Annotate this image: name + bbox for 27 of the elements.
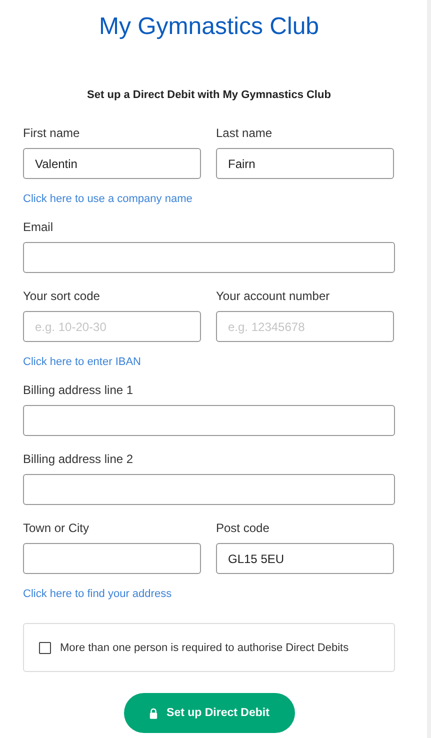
input-field[interactable] (23, 242, 395, 273)
field-label: Town or City (23, 520, 90, 536)
field-label: First name (23, 125, 80, 141)
submit-button[interactable]: Set up Direct Debit (124, 693, 294, 733)
field-label: Your sort code (23, 288, 100, 304)
field-label: Email (23, 219, 54, 235)
field-label: Your account number (216, 288, 330, 304)
link[interactable]: Click here to find your address (23, 588, 172, 600)
link[interactable]: Click here to enter IBAN (23, 356, 141, 368)
checkbox-label: More than one person is required to authorise Direct Debits (60, 642, 349, 654)
lock-icon (148, 708, 158, 718)
input-field[interactable] (23, 543, 201, 574)
field-label: Billing address line 1 (23, 382, 134, 398)
field-label: Billing address line 2 (23, 451, 134, 467)
input-field[interactable]: Valentin (23, 148, 201, 179)
link[interactable]: Click here to use a company name (23, 193, 192, 205)
input-field[interactable]: e.g. 10-20-30 (23, 311, 201, 342)
input-field[interactable] (23, 405, 395, 436)
checkbox[interactable] (39, 642, 51, 654)
field-label: Post code (216, 520, 270, 536)
input-field[interactable]: Fairn (216, 148, 394, 179)
input-field[interactable] (23, 474, 395, 505)
field-label: Last name (216, 125, 272, 141)
input-field[interactable]: GL15 5EU (216, 543, 394, 574)
club-title: My Gymnastics Club (98, 12, 320, 42)
input-field[interactable]: e.g. 12345678 (216, 311, 394, 342)
form-heading: Set up a Direct Debit with My Gymnastics Club (86, 88, 332, 102)
